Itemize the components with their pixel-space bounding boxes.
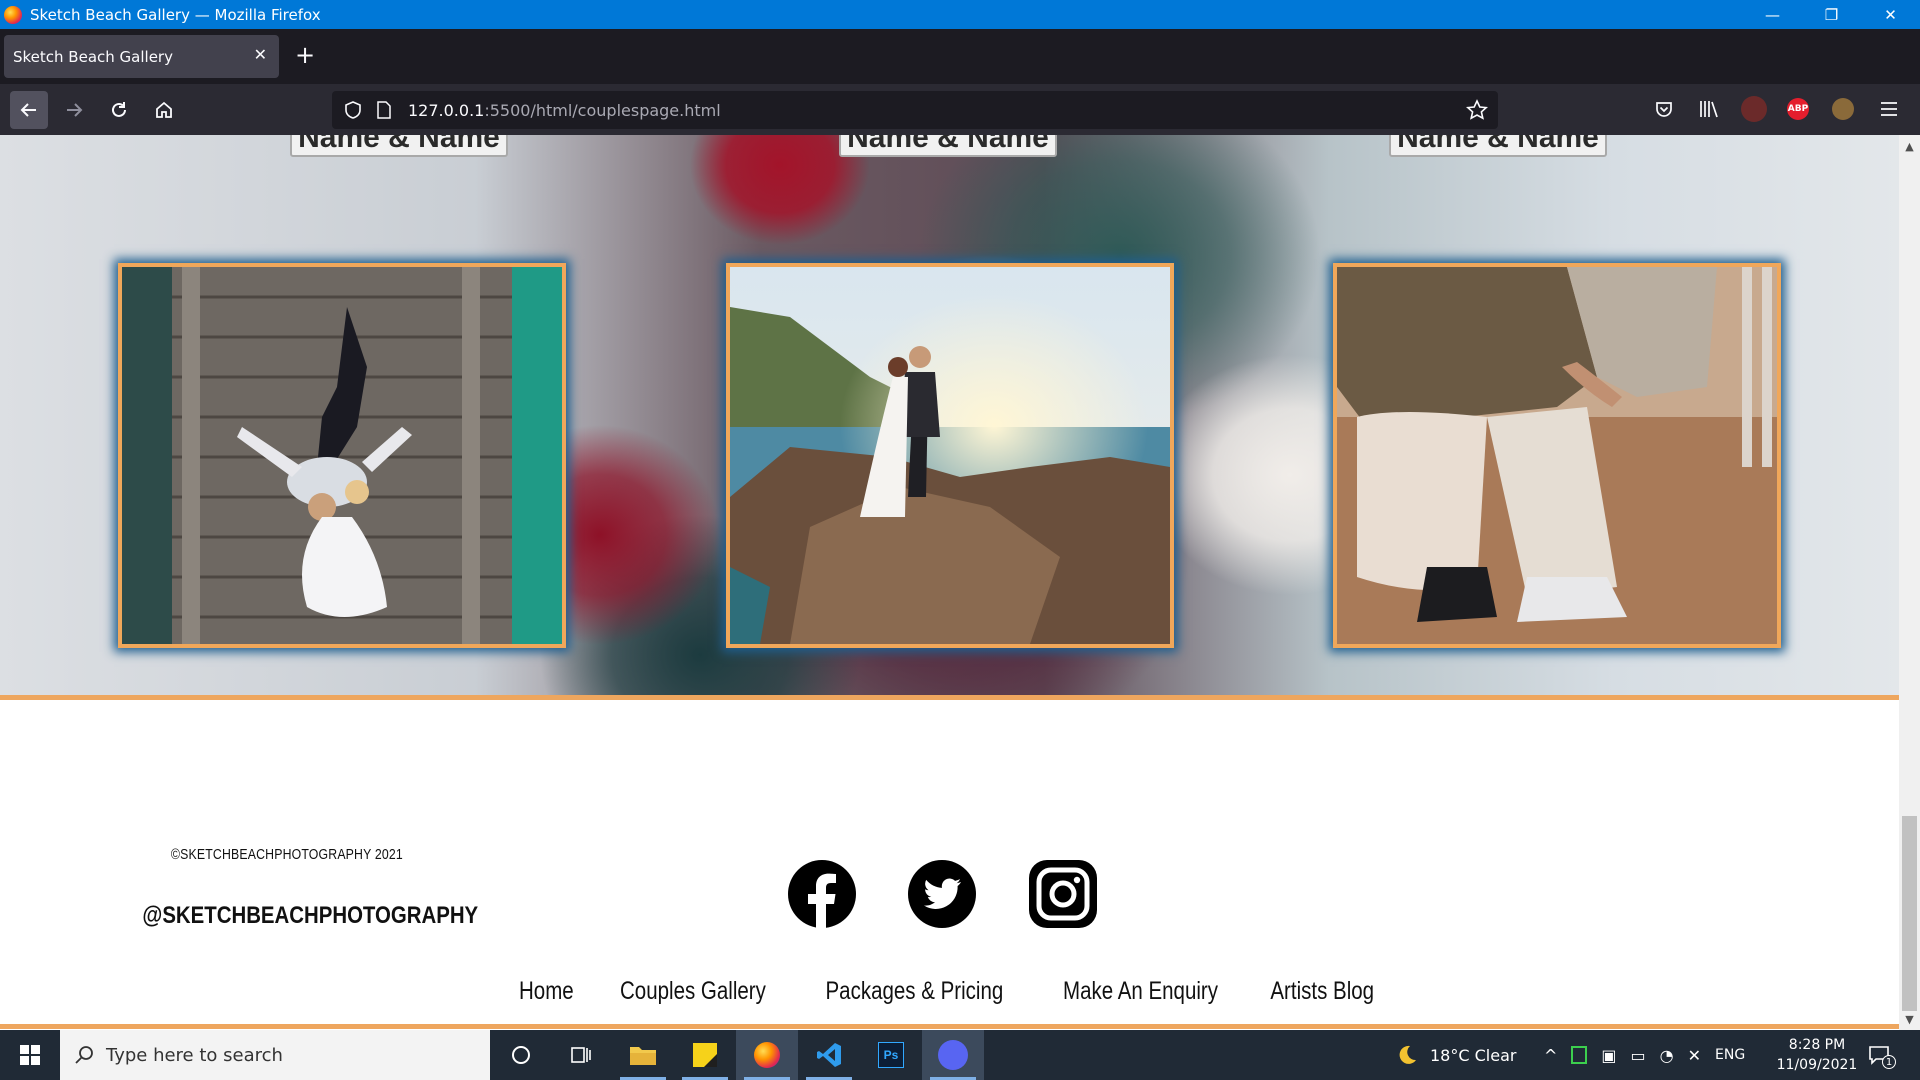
scroll-down-arrow-icon[interactable]: ▼ bbox=[1899, 1010, 1920, 1028]
home-button[interactable] bbox=[145, 91, 183, 129]
url-host: 127.0.0.1 bbox=[408, 100, 485, 120]
footer-link-packages-pricing[interactable]: Packages & Pricing bbox=[825, 977, 1003, 1006]
firefox-icon bbox=[754, 1042, 780, 1068]
clock-time: 8:28 PM bbox=[1788, 1037, 1846, 1053]
file-explorer-button[interactable] bbox=[612, 1030, 674, 1080]
adblock-plus-icon[interactable]: ABP bbox=[1787, 98, 1809, 120]
page-viewport: Name & Name Name & Name Name & Name ©SKE… bbox=[0, 135, 1899, 1030]
footer-link-make-an-enquiry[interactable]: Make An Enquiry bbox=[1063, 977, 1218, 1006]
extension-icon[interactable] bbox=[1741, 96, 1767, 122]
page-info-icon[interactable] bbox=[376, 101, 392, 119]
discord-button[interactable] bbox=[922, 1030, 984, 1080]
couple-name-label: Name & Name bbox=[839, 135, 1057, 157]
navigation-toolbar: 127.0.0.1:5500/html/couplespage.html ABP bbox=[0, 84, 1920, 135]
sticky-notes-icon bbox=[693, 1043, 717, 1067]
url-path: :5500/html/couplespage.html bbox=[484, 100, 721, 120]
notification-count-badge: 1 bbox=[1882, 1055, 1896, 1069]
restore-button[interactable]: ❐ bbox=[1802, 0, 1861, 29]
language-indicator[interactable]: ENG bbox=[1715, 1047, 1745, 1063]
photoshop-button[interactable]: Ps bbox=[860, 1030, 922, 1080]
windows-taskbar: Type here to search Ps 18°C Clear ^ ▣ ▭ … bbox=[0, 1030, 1920, 1080]
firefox-taskbar-button[interactable] bbox=[736, 1030, 798, 1080]
windows-logo-icon bbox=[20, 1045, 40, 1065]
show-hidden-icons-icon[interactable]: ^ bbox=[1544, 1046, 1557, 1065]
back-button[interactable] bbox=[10, 91, 48, 129]
weather-text: 18°C Clear bbox=[1430, 1045, 1517, 1065]
twitter-icon[interactable] bbox=[906, 858, 978, 930]
volume-muted-icon[interactable]: ✕ bbox=[1688, 1046, 1701, 1065]
reload-button[interactable] bbox=[100, 91, 138, 129]
couple-photo-beach[interactable] bbox=[1333, 263, 1781, 648]
task-view-button[interactable] bbox=[550, 1030, 612, 1080]
vscode-icon bbox=[817, 1043, 841, 1067]
weather-widget[interactable]: 18°C Clear bbox=[1396, 1030, 1516, 1080]
arrow-right-icon bbox=[67, 103, 83, 117]
battery-icon[interactable]: ▭ bbox=[1631, 1046, 1646, 1065]
window-title: Sketch Beach Gallery — Mozilla Firefox bbox=[30, 5, 321, 24]
wifi-icon[interactable]: ◔ bbox=[1660, 1046, 1674, 1065]
discord-icon bbox=[938, 1040, 968, 1070]
search-placeholder: Type here to search bbox=[106, 1044, 283, 1066]
photo-dock-image bbox=[122, 267, 562, 644]
battery-monitor-icon[interactable] bbox=[1571, 1046, 1588, 1064]
close-window-button[interactable]: ✕ bbox=[1861, 0, 1920, 29]
system-tray: ^ ▣ ▭ ◔ ✕ ENG bbox=[1544, 1030, 1745, 1080]
scrollbar-thumb[interactable] bbox=[1902, 816, 1917, 1011]
footer-link-couples-gallery[interactable]: Couples Gallery bbox=[620, 977, 766, 1006]
window-titlebar: Sketch Beach Gallery — Mozilla Firefox —… bbox=[0, 0, 1920, 29]
facebook-icon[interactable] bbox=[786, 858, 858, 930]
account-avatar-icon[interactable] bbox=[1832, 98, 1854, 120]
scroll-up-arrow-icon[interactable]: ▲ bbox=[1899, 137, 1920, 155]
tab-sketch-beach-gallery[interactable]: Sketch Beach Gallery ✕ bbox=[4, 35, 279, 78]
home-icon bbox=[156, 101, 172, 118]
footer-divider bbox=[0, 1024, 1899, 1029]
window-controls: — ❐ ✕ bbox=[1743, 0, 1920, 29]
meet-now-icon[interactable]: ▣ bbox=[1601, 1046, 1616, 1065]
couple-name-label: Name & Name bbox=[290, 135, 508, 157]
arrow-left-icon bbox=[20, 103, 36, 117]
reload-icon bbox=[112, 102, 126, 117]
action-center-button[interactable]: 1 bbox=[1868, 1030, 1896, 1080]
moon-icon bbox=[1399, 1045, 1416, 1064]
taskbar-search-box[interactable]: Type here to search bbox=[60, 1030, 490, 1080]
vscode-button[interactable] bbox=[798, 1030, 860, 1080]
photo-rocks-image bbox=[730, 267, 1170, 644]
bookmark-star-icon[interactable] bbox=[1466, 99, 1488, 121]
pocket-icon[interactable] bbox=[1651, 96, 1677, 122]
new-tab-button[interactable]: + bbox=[295, 41, 315, 69]
folder-icon bbox=[630, 1047, 656, 1065]
page-scrollbar[interactable]: ▲ ▼ bbox=[1899, 135, 1920, 1030]
sticky-notes-button[interactable] bbox=[674, 1030, 736, 1080]
photo-beach-image bbox=[1337, 267, 1777, 644]
tracking-protection-shield-icon[interactable] bbox=[344, 101, 362, 119]
taskbar-clock[interactable]: 8:28 PM 11/09/2021 bbox=[1772, 1035, 1862, 1075]
couple-photo-rocks[interactable] bbox=[726, 263, 1174, 648]
minimize-button[interactable]: — bbox=[1743, 0, 1802, 29]
footer-link-home[interactable]: Home bbox=[519, 977, 574, 1006]
footer-navigation: Home Couples Gallery Packages & Pricing … bbox=[0, 977, 1899, 1006]
couple-photo-dock[interactable] bbox=[118, 263, 566, 648]
url-bar[interactable]: 127.0.0.1:5500/html/couplespage.html bbox=[332, 91, 1498, 129]
footer-link-artists-blog[interactable]: Artists Blog bbox=[1271, 977, 1375, 1006]
clock-date: 11/09/2021 bbox=[1776, 1057, 1858, 1073]
tab-strip: Sketch Beach Gallery ✕ + bbox=[0, 29, 1920, 84]
task-view-icon bbox=[571, 1047, 591, 1063]
cortana-icon bbox=[512, 1046, 530, 1064]
firefox-logo-icon bbox=[4, 5, 22, 24]
close-tab-icon[interactable]: ✕ bbox=[254, 45, 267, 64]
tab-label: Sketch Beach Gallery bbox=[13, 47, 173, 66]
start-button[interactable] bbox=[0, 1030, 60, 1080]
instagram-icon[interactable] bbox=[1027, 858, 1099, 930]
forward-button[interactable] bbox=[55, 91, 93, 129]
cortana-button[interactable] bbox=[490, 1030, 552, 1080]
hamburger-menu-icon[interactable] bbox=[1876, 96, 1902, 122]
library-icon[interactable] bbox=[1696, 96, 1722, 122]
photoshop-icon: Ps bbox=[878, 1042, 904, 1068]
search-icon bbox=[75, 1046, 93, 1064]
hero-background: Name & Name Name & Name Name & Name bbox=[0, 135, 1899, 695]
couple-name-label: Name & Name bbox=[1389, 135, 1607, 157]
